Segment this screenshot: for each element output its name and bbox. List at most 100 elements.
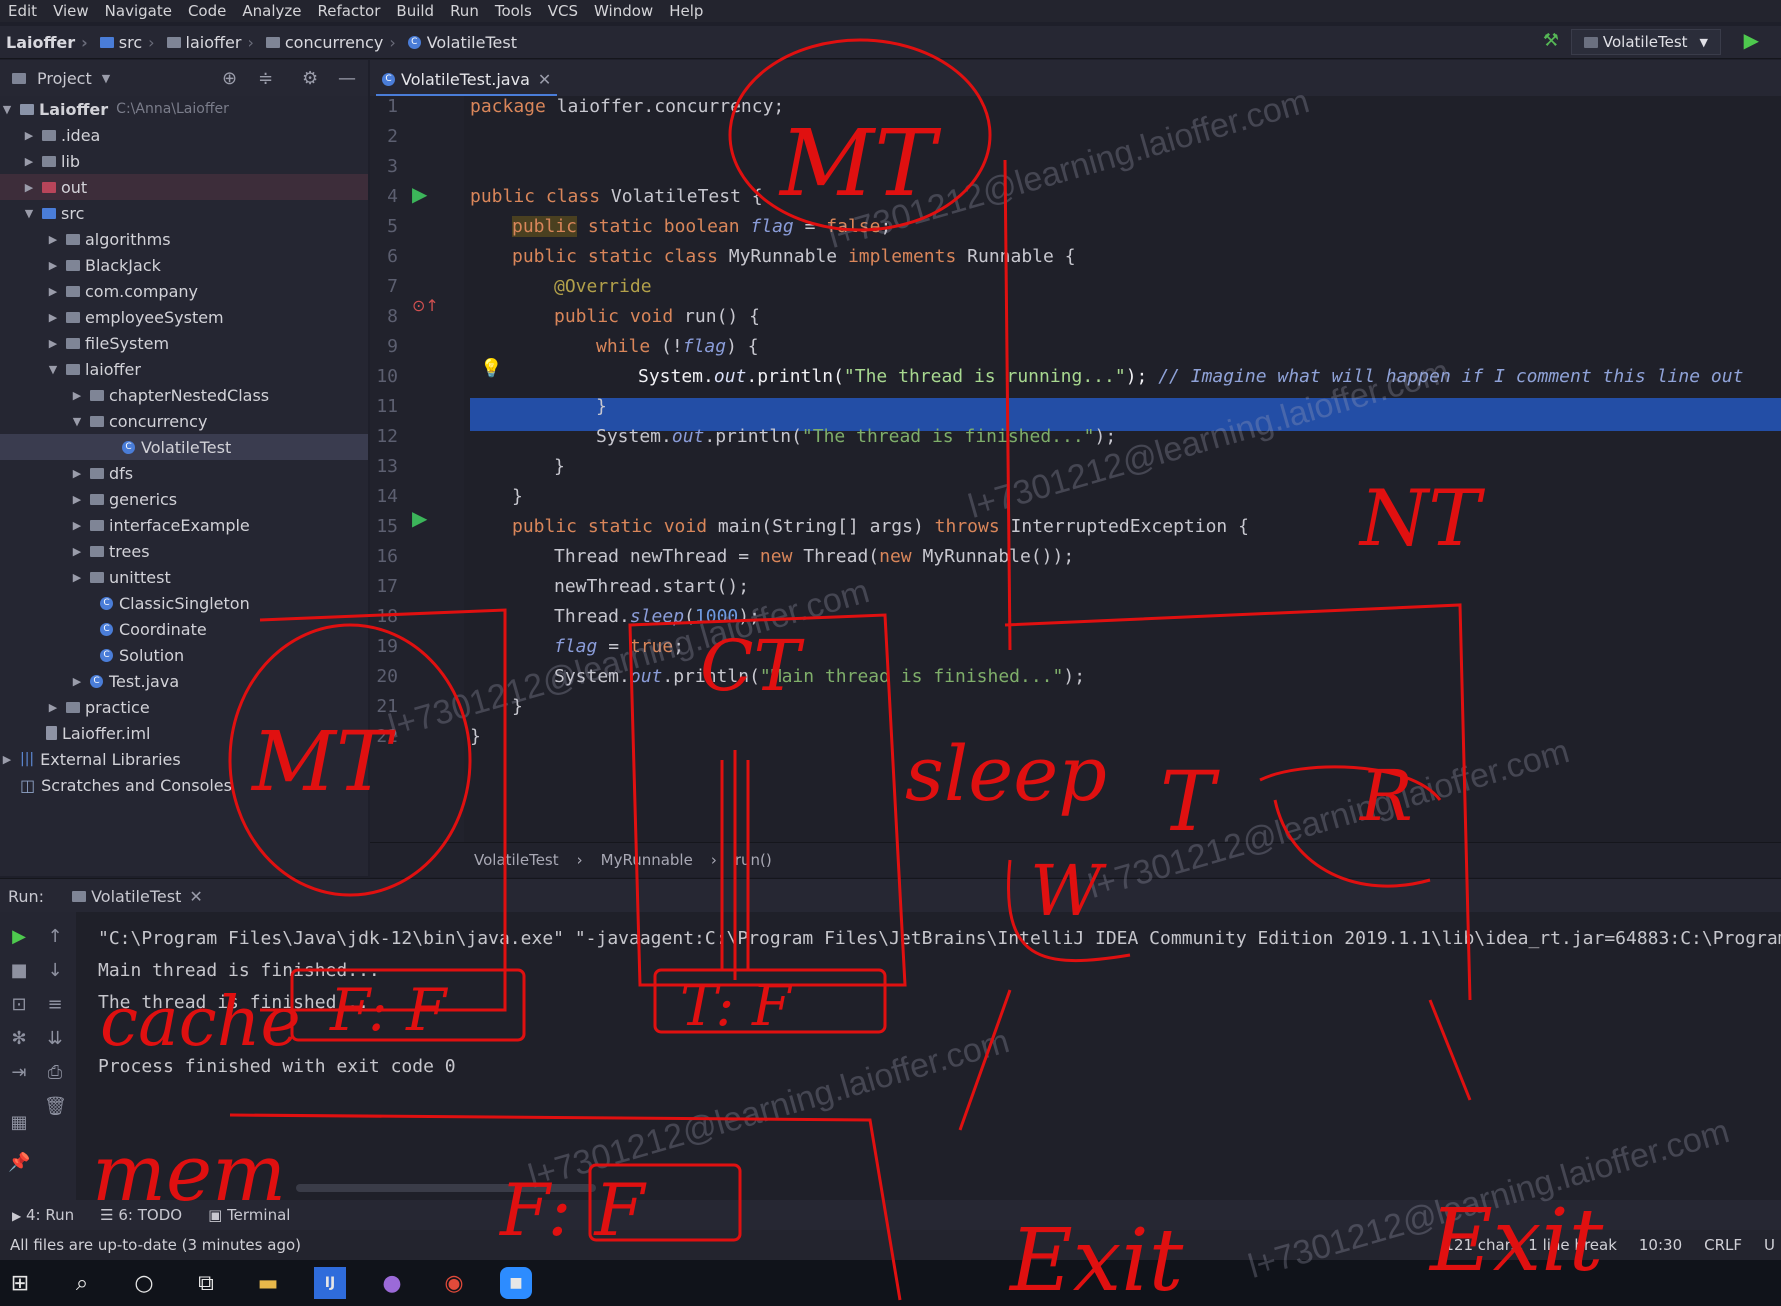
expand-arrow-icon[interactable]: ▶ — [46, 311, 60, 324]
up-arrow-icon[interactable]: ↑ — [44, 926, 66, 947]
crumb-myrunnable[interactable]: MyRunnable — [601, 851, 693, 869]
lightbulb-icon[interactable]: 💡 — [480, 358, 502, 379]
close-icon[interactable]: ✕ — [189, 887, 202, 906]
code-editor[interactable]: 1 2 3 4 5 6 7 8 9 10 11 12 13 14 15 16 1… — [370, 96, 1781, 842]
tree-item-classicsingleton[interactable]: C ClassicSingleton — [0, 590, 368, 616]
toolwindow-todo[interactable]: ☰ 6: TODO — [100, 1206, 182, 1224]
status-encoding[interactable]: U — [1764, 1236, 1775, 1254]
status-position[interactable]: 10:30 — [1639, 1236, 1682, 1254]
menu-code[interactable]: Code — [180, 2, 234, 20]
tree-root[interactable]: ▼ Laioffer C:\Anna\Laioffer — [0, 96, 368, 122]
expand-arrow-icon[interactable]: ▼ — [0, 103, 14, 116]
menu-navigate[interactable]: Navigate — [97, 2, 180, 20]
expand-arrow-icon[interactable]: ▶ — [22, 155, 36, 168]
close-icon[interactable]: ✕ — [538, 70, 551, 89]
status-line-separator[interactable]: CRLF — [1704, 1236, 1742, 1254]
breadcrumb-volatiletest[interactable]: C VolatileTest — [407, 33, 517, 52]
print-icon[interactable]: ⎙ — [44, 1062, 66, 1083]
breadcrumb-laioffer[interactable]: laioffer › — [166, 33, 260, 52]
horizontal-scrollbar[interactable] — [296, 1184, 596, 1192]
stop-icon[interactable]: ■ — [8, 960, 30, 981]
search-icon[interactable]: ⌕ — [66, 1267, 98, 1299]
zoom-icon[interactable]: ■ — [500, 1267, 532, 1299]
expand-arrow-icon[interactable]: ▶ — [70, 389, 84, 402]
menu-help[interactable]: Help — [661, 2, 711, 20]
expand-arrow-icon[interactable]: ▶ — [0, 753, 14, 766]
chevron-down-icon[interactable]: ▼ — [102, 72, 110, 85]
rerun-icon[interactable]: ▶ — [8, 926, 30, 947]
crumb-run[interactable]: run() — [735, 851, 772, 869]
tree-item-trees[interactable]: ▶ trees — [0, 538, 368, 564]
expand-arrow-icon[interactable]: ▼ — [22, 207, 36, 220]
tree-item-unittest[interactable]: ▶ unittest — [0, 564, 368, 590]
tree-item-out[interactable]: ▶ out — [0, 174, 368, 200]
gear-icon[interactable]: ⚙ — [302, 68, 318, 89]
tree-item-laioffer[interactable]: ▼ laioffer — [0, 356, 368, 382]
run-gutter-icon[interactable]: ▶ — [412, 506, 427, 530]
expand-arrow-icon[interactable]: ▼ — [46, 363, 60, 376]
expand-arrow-icon[interactable]: ▼ — [70, 415, 84, 428]
trash-icon[interactable]: 🗑 — [44, 1096, 67, 1117]
scroll-to-end-icon[interactable]: ⇊ — [44, 1028, 66, 1049]
camera-icon[interactable]: ⊡ — [8, 994, 30, 1015]
tree-item-lib[interactable]: ▶ lib — [0, 148, 368, 174]
build-hammer-icon[interactable]: ⚒ — [1543, 30, 1559, 51]
expand-arrow-icon[interactable]: ▶ — [70, 571, 84, 584]
expand-arrow-icon[interactable]: ▶ — [22, 129, 36, 142]
tree-item-chapternestedclass[interactable]: ▶ chapterNestedClass — [0, 382, 368, 408]
cortana-icon[interactable]: ○ — [128, 1267, 160, 1299]
file-explorer-icon[interactable]: ▬ — [252, 1267, 284, 1299]
tree-item-concurrency[interactable]: ▼ concurrency — [0, 408, 368, 434]
tree-item-solution[interactable]: C Solution — [0, 642, 368, 668]
override-gutter-icon[interactable]: ⊙↑ — [412, 296, 439, 315]
tree-item-idea[interactable]: ▶ .idea — [0, 122, 368, 148]
crumb-volatiletest[interactable]: VolatileTest — [474, 851, 559, 869]
run-config-dropdown[interactable]: VolatileTest ▼ — [1570, 29, 1721, 55]
windows-start-icon[interactable]: ⊞ — [4, 1267, 36, 1299]
down-arrow-icon[interactable]: ↓ — [44, 960, 66, 981]
tree-item-dfs[interactable]: ▶ dfs — [0, 460, 368, 486]
tree-item-external-libraries[interactable]: ▶ ||| External Libraries — [0, 746, 368, 772]
status-chars[interactable]: 121 chars, 1 line break — [1444, 1236, 1616, 1254]
toolwindow-run[interactable]: ▶ 4: Run — [12, 1206, 74, 1224]
minimize-icon[interactable]: — — [338, 68, 356, 89]
github-icon[interactable]: ● — [376, 1267, 408, 1299]
tree-item-interfaceexample[interactable]: ▶ interfaceExample — [0, 512, 368, 538]
intellij-icon[interactable]: IJ — [314, 1267, 346, 1299]
expand-arrow-icon[interactable]: ▶ — [46, 259, 60, 272]
expand-arrow-icon[interactable]: ▶ — [70, 545, 84, 558]
expand-arrow-icon[interactable]: ▶ — [70, 675, 84, 688]
pin-icon[interactable]: 📌 — [8, 1152, 30, 1173]
menu-edit[interactable]: Edit — [0, 2, 45, 20]
run-play-icon[interactable]: ▶ — [1744, 28, 1759, 52]
menu-analyze[interactable]: Analyze — [234, 2, 309, 20]
tree-item-scratches[interactable]: ◫ Scratches and Consoles — [0, 772, 368, 798]
expand-arrow-icon[interactable]: ▶ — [70, 493, 84, 506]
locate-icon[interactable]: ⊕ — [222, 68, 237, 89]
tree-item-laioffer-iml[interactable]: Laioffer.iml — [0, 720, 368, 746]
expand-arrow-icon[interactable]: ▶ — [46, 701, 60, 714]
collapse-icon[interactable]: ≑ — [258, 68, 273, 89]
toolwindow-terminal[interactable]: ▣ Terminal — [208, 1206, 290, 1224]
menu-window[interactable]: Window — [586, 2, 661, 20]
menu-run[interactable]: Run — [442, 2, 487, 20]
tree-item-src[interactable]: ▼ src — [0, 200, 368, 226]
expand-arrow-icon[interactable]: ▶ — [46, 233, 60, 246]
tree-item-test-java[interactable]: ▶ C Test.java — [0, 668, 368, 694]
expand-arrow-icon[interactable]: ▶ — [46, 337, 60, 350]
menu-tools[interactable]: Tools — [487, 2, 540, 20]
tree-item-practice[interactable]: ▶ practice — [0, 694, 368, 720]
soft-wrap-icon[interactable]: ≡ — [44, 994, 66, 1015]
tree-item-volatiletest[interactable]: C VolatileTest — [0, 434, 368, 460]
expand-arrow-icon[interactable]: ▶ — [70, 519, 84, 532]
expand-arrow-icon[interactable]: ▶ — [70, 467, 84, 480]
run-console-output[interactable]: "C:\Program Files\Java\jdk-12\bin\java.e… — [76, 912, 1781, 1200]
exit-icon[interactable]: ⇥ — [8, 1062, 30, 1083]
tree-item-com-company[interactable]: ▶ com.company — [0, 278, 368, 304]
breadcrumb-src[interactable]: src › — [99, 33, 161, 52]
project-panel-title[interactable]: Project — [37, 69, 92, 88]
menu-vcs[interactable]: VCS — [540, 2, 586, 20]
run-gutter-icon[interactable]: ▶ — [412, 182, 427, 206]
tree-item-algorithms[interactable]: ▶ algorithms — [0, 226, 368, 252]
tree-item-filesystem[interactable]: ▶ fileSystem — [0, 330, 368, 356]
